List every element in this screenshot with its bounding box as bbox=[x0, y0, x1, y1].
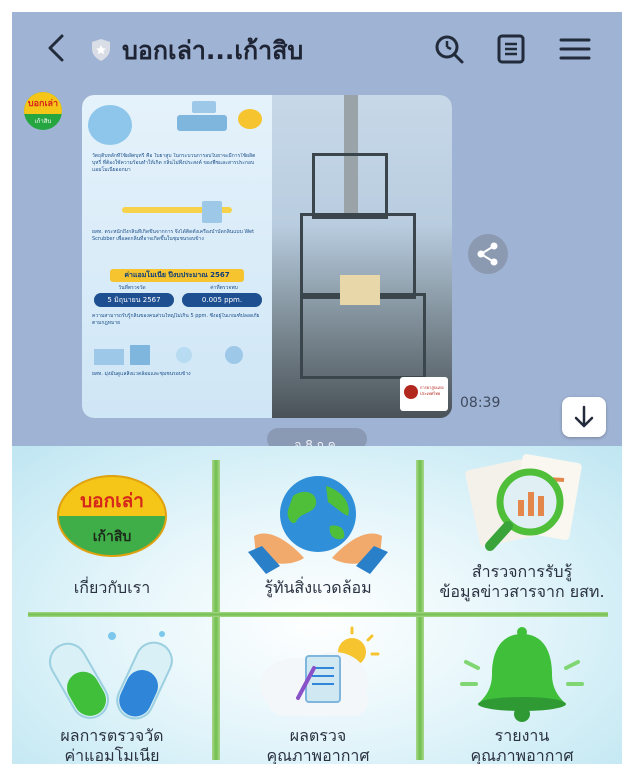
notes-icon[interactable] bbox=[494, 32, 528, 66]
menu-survey[interactable]: สำรวจการรับรู้ ข้อมูลข่าวสารจาก ยสท. bbox=[422, 446, 622, 612]
poster-intro-text: วัตถุดิบหลักที่ใช้ผลิตบุหรี่ คือ ใบยาสูบ… bbox=[92, 153, 256, 173]
scrubber-illustration-icon bbox=[122, 201, 232, 223]
bell-icon bbox=[460, 627, 584, 722]
avatar[interactable]: บอกเล่า เก้าสิบ bbox=[24, 92, 62, 130]
poster-ppm-pill: 0.005 ppm. bbox=[182, 293, 262, 307]
rich-menu: บอกเล่า เก้าสิบ เกี่ยวกับเรา รู้ทันสิ่งแ… bbox=[12, 446, 622, 764]
menu-air-results-label-2: คุณภาพอากาศ bbox=[266, 746, 370, 764]
poster-middle-text: ยสท. ตระหนักถึงกลิ่นที่เกิดขึ้นจากการ จึ… bbox=[92, 229, 255, 242]
menu-about-us[interactable]: บอกเล่า เก้าสิบ เกี่ยวกับเรา bbox=[12, 446, 212, 612]
chat-header: บอกเล่า...เก้าสิบ bbox=[12, 12, 622, 86]
org-name: การยาสูบแห่งประเทศไทย bbox=[420, 385, 444, 396]
logo-bottom-text: เก้าสิบ bbox=[92, 529, 132, 545]
menu-survey-label-1: สำรวจการรับรู้ bbox=[471, 562, 573, 581]
org-logo-icon bbox=[404, 385, 418, 399]
divider-horizontal bbox=[28, 612, 608, 617]
tower-platform bbox=[340, 275, 380, 305]
cloud-clipboard-icon bbox=[260, 626, 380, 716]
org-logo-card: การยาสูบแห่งประเทศไทย bbox=[400, 377, 448, 411]
infographic-poster: วัตถุดิบหลักที่ใช้ผลิตบุหรี่ คือ ใบยาสูบ… bbox=[82, 95, 272, 418]
menu-air-quality-results[interactable]: ผลตรวจ คุณภาพอากาศ bbox=[218, 618, 418, 764]
menu-ammonia-results[interactable]: ผลการตรวจวัด ค่าแอมโมเนีย bbox=[12, 618, 212, 764]
menu-about-label: เกี่ยวกับเรา bbox=[73, 578, 151, 597]
share-icon[interactable] bbox=[468, 234, 508, 274]
menu-environment[interactable]: รู้ทันสิ่งแวดล้อม bbox=[218, 446, 418, 612]
logo-top-text: บอกเล่า bbox=[80, 490, 144, 512]
leaf-illustration-icon bbox=[88, 101, 262, 145]
factory-photo bbox=[272, 95, 452, 418]
back-arrow-icon[interactable] bbox=[42, 30, 72, 66]
menu-air-report-label-1: รายงาน bbox=[494, 726, 550, 745]
scroll-down-icon[interactable] bbox=[562, 397, 606, 437]
test-tubes-icon bbox=[49, 631, 173, 720]
menu-air-results-label-1: ผลตรวจ bbox=[289, 726, 347, 745]
poster-col2-label: ค่าที่ตรวจพบ bbox=[210, 285, 238, 291]
image-message[interactable]: วัตถุดิบหลักที่ใช้ผลิตบุหรี่ คือ ใบยาสูบ… bbox=[82, 95, 452, 418]
poster-lower-text: ความสามารถรับรู้กลิ่นของคนส่วนใหญ่ไม่เกิ… bbox=[92, 313, 260, 326]
menu-icon[interactable] bbox=[558, 32, 592, 66]
menu-ammonia-label-2: ค่าแอมโมเนีย bbox=[64, 746, 160, 764]
poster-date-pill: 5 มิถุนายน 2567 bbox=[94, 293, 174, 307]
search-icon[interactable] bbox=[432, 32, 466, 66]
poster-banner: ค่าแอมโมเนีย ปีงบประมาณ 2567 bbox=[110, 269, 244, 282]
line-chat-window: บอกเล่า...เก้าสิบ บอกเล่า เก้าสิบ วัตถุด… bbox=[12, 12, 622, 764]
document-magnifier-icon bbox=[465, 454, 582, 551]
menu-survey-label-2: ข้อมูลข่าวสารจาก ยสท. bbox=[439, 582, 605, 601]
menu-ammonia-label-1: ผลการตรวจวัด bbox=[60, 726, 164, 745]
tower-frame-lower bbox=[300, 293, 426, 379]
menu-air-quality-report[interactable]: รายงาน คุณภาพอากาศ bbox=[422, 618, 622, 764]
shield-icon bbox=[92, 39, 110, 61]
chat-title[interactable]: บอกเล่า...เก้าสิบ bbox=[122, 31, 303, 71]
poster-footer-text: ยสท. มุ่งมั่นดูแลสิ่งแวดล้อมและชุมชนรอบข… bbox=[92, 371, 191, 377]
avatar-line1: บอกเล่า bbox=[27, 99, 59, 109]
message-time: 08:39 bbox=[460, 395, 501, 411]
globe-in-hands-icon bbox=[248, 476, 388, 574]
factory-illustration-icon bbox=[94, 345, 243, 365]
poster-col1-label: วันที่ตรวจวัด bbox=[118, 285, 146, 291]
menu-air-report-label-2: คุณภาพอากาศ bbox=[470, 746, 574, 764]
avatar-line2: เก้าสิบ bbox=[34, 118, 52, 125]
menu-environment-label: รู้ทันสิ่งแวดล้อม bbox=[264, 578, 372, 597]
tower-frame-upper bbox=[312, 153, 388, 219]
